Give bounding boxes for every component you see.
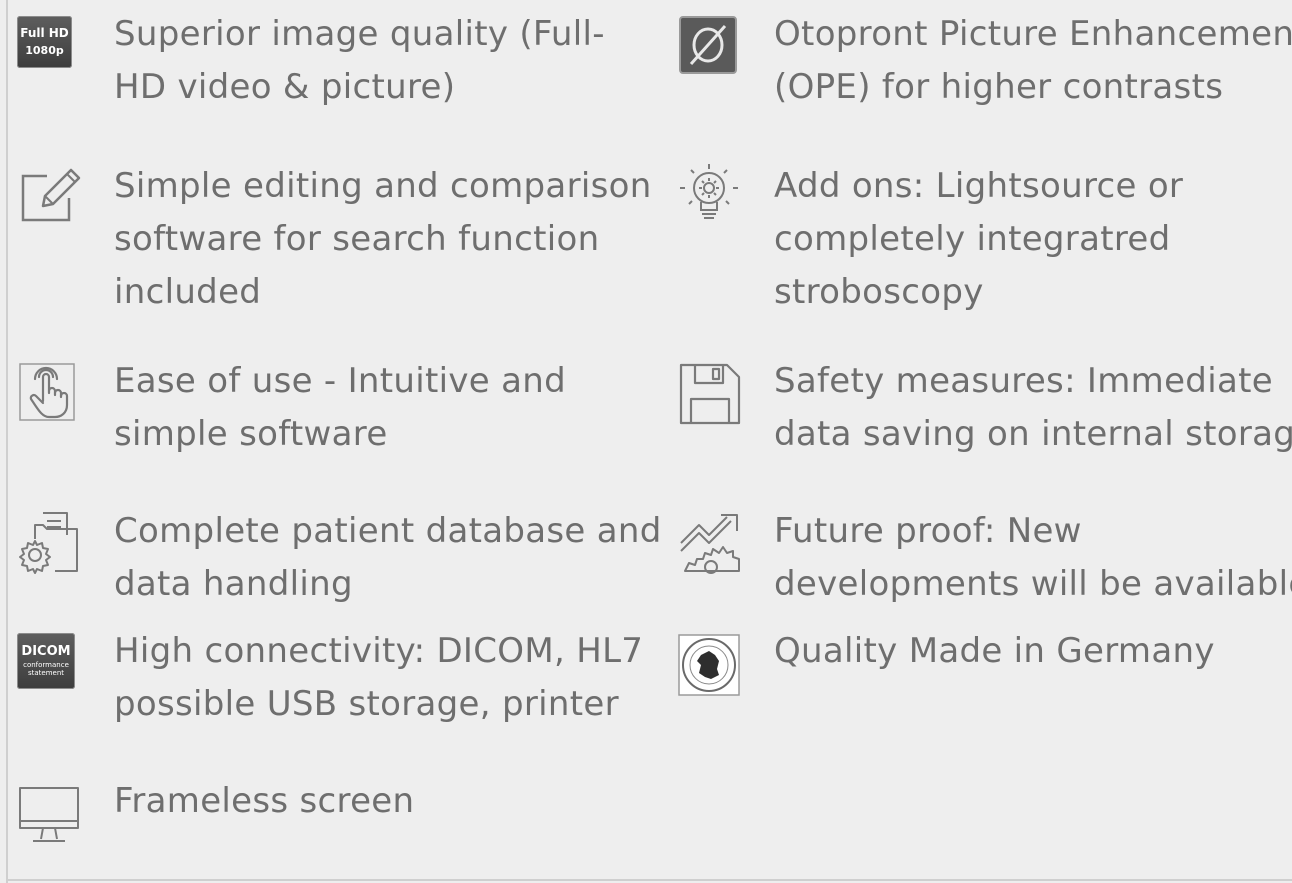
full-hd-icon: Full HD 1080p (17, 8, 81, 72)
future-proof-icon (677, 505, 741, 574)
feature-item-frameless-screen: Frameless screen (17, 775, 415, 842)
feature-text: Simple editing and comparison software f… (114, 166, 652, 312)
feature-text: Future proof: New developments will be a… (774, 511, 1292, 604)
bottom-divider (6, 879, 1292, 881)
left-divider (6, 0, 8, 883)
feature-item-lightsource: Add ons: Lightsource or completely integ… (677, 160, 1183, 319)
feature-item-ease-of-use: Ease of use - Intuitive and simple softw… (17, 355, 566, 461)
feature-item-database: Complete patient database and data handl… (17, 505, 662, 611)
picture-enhancement-icon (677, 8, 741, 74)
feature-item-made-in-germany: Quality Made in Germany (677, 625, 1215, 696)
database-gear-icon (17, 505, 81, 574)
feature-text: Safety measures: Immediate data saving o… (774, 361, 1292, 454)
touch-hand-icon (17, 355, 81, 421)
feature-item-editing: Simple editing and comparison software f… (17, 160, 652, 319)
feature-text: Otopront Picture Enhancement (OPE) for h… (774, 14, 1292, 107)
feature-text: High connectivity: DICOM, HL7 possible U… (114, 631, 644, 724)
made-in-germany-seal-icon (677, 625, 741, 696)
monitor-icon (17, 775, 81, 842)
feature-item-future-proof: Future proof: New developments will be a… (677, 505, 1292, 611)
feature-text: Complete patient database and data handl… (114, 511, 662, 604)
feature-text: Superior image quality (Full- HD video &… (114, 14, 605, 107)
edit-pencil-icon (17, 160, 81, 224)
feature-item-ope: Otopront Picture Enhancement (OPE) for h… (677, 8, 1292, 114)
feature-text: Ease of use - Intuitive and simple softw… (114, 361, 566, 454)
feature-item-safety: Safety measures: Immediate data saving o… (677, 355, 1292, 461)
feature-item-full-hd: Full HD 1080p Superior image quality (Fu… (17, 8, 605, 114)
feature-text: Frameless screen (114, 781, 415, 821)
lightbulb-icon (677, 160, 741, 224)
feature-text: Quality Made in Germany (774, 631, 1215, 671)
dicom-icon: DICOM conformance statement (17, 625, 81, 689)
feature-item-connectivity: DICOM conformance statement High connect… (17, 625, 643, 731)
feature-text: Add ons: Lightsource or completely integ… (774, 166, 1184, 312)
floppy-disk-icon (677, 355, 741, 425)
